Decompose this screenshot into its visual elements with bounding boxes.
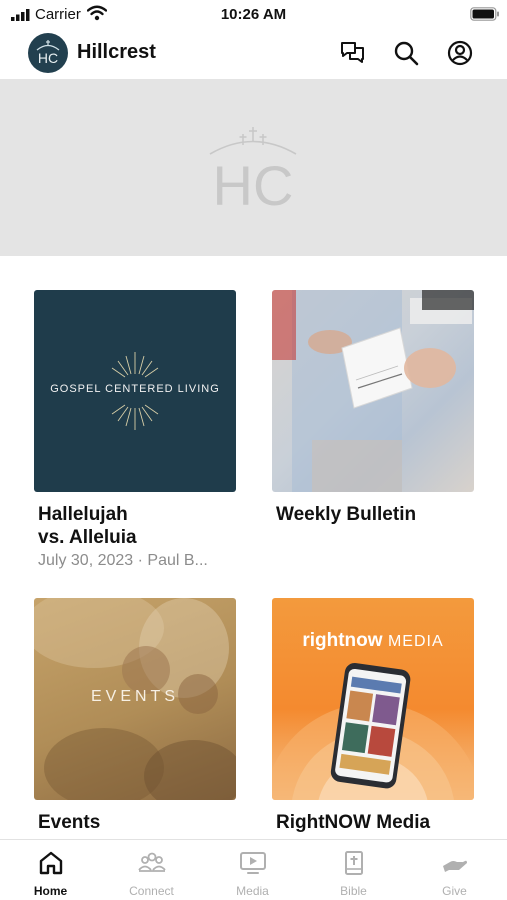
profile-button[interactable]	[445, 38, 475, 68]
church-logo-avatar[interactable]: HC	[28, 33, 68, 73]
tab-label: Give	[442, 884, 467, 898]
app-title: Hillcrest	[77, 41, 156, 63]
hillcrest-banner-logo: HC	[209, 127, 297, 213]
rightnow-media-thumbnail: rightnow MEDIA	[272, 598, 474, 800]
rightnow-media-wordmark: rightnow MEDIA	[272, 630, 474, 652]
chat-button[interactable]	[338, 38, 368, 68]
tab-label: Bible	[340, 884, 367, 898]
thumbnail-events-label: EVENTS	[90, 688, 179, 705]
search-icon	[394, 41, 419, 66]
card-rightnow-media[interactable]: rightnow MEDIA RightNOW Media	[272, 598, 474, 834]
tab-media[interactable]: Media	[202, 840, 303, 900]
gospel-centered-living-thumbnail: GOSPEL CENTERED LIVING	[34, 290, 236, 492]
card-events[interactable]: EVENTS Events	[34, 598, 236, 834]
status-time: 10:26 AM	[220, 6, 287, 23]
logo-avatar-text: HC	[38, 50, 58, 66]
bulletin-photo-illustration	[272, 290, 474, 492]
chat-bubbles-icon	[341, 42, 364, 63]
battery-icon	[470, 7, 499, 21]
people-icon	[138, 852, 166, 872]
card-title: RightNOW Media	[276, 812, 431, 833]
card-title: Weekly Bulletin	[276, 504, 417, 525]
user-circle-icon	[447, 40, 473, 66]
home-icon	[39, 851, 63, 875]
card-subtitle: July 30, 2023 · Paul B...	[38, 552, 208, 569]
tab-give[interactable]: Give	[404, 840, 505, 900]
tab-connect[interactable]: Connect	[101, 840, 202, 900]
tab-bible[interactable]: Bible	[303, 840, 404, 900]
thumbnail-series-title: GOSPEL CENTERED LIVING	[50, 383, 220, 395]
bottom-tab-bar: Home Connect Media Bible Give	[0, 839, 507, 900]
tab-home[interactable]: Home	[0, 840, 101, 900]
search-button[interactable]	[391, 38, 421, 68]
hero-banner: HC	[0, 79, 507, 256]
card-weekly-bulletin[interactable]: Weekly Bulletin	[272, 290, 474, 526]
tab-label: Home	[33, 884, 68, 898]
rightnow-phone-illustration	[272, 662, 474, 800]
media-icon	[240, 852, 266, 874]
wordmark-bold: rightnow	[302, 630, 383, 651]
banner-logo-text: HC	[213, 154, 294, 213]
weekly-bulletin-thumbnail	[272, 290, 474, 492]
hc-logo-icon: HC	[36, 40, 60, 66]
card-title-line: Hallelujah vs. Alleluia	[38, 504, 137, 548]
wordmark-light: MEDIA	[382, 633, 444, 650]
give-icon	[443, 860, 467, 872]
card-hallelujah-sermon[interactable]: GOSPEL CENTERED LIVING Hallelujah vs. Al…	[34, 290, 236, 570]
tab-label: Media	[236, 884, 269, 898]
card-title: Hallelujah vs. Alleluia	[34, 503, 236, 549]
bible-icon	[345, 851, 363, 875]
card-title: Events	[38, 812, 101, 833]
events-thumbnail: EVENTS	[34, 598, 236, 800]
status-bar: Carrier 10:26 AM	[0, 0, 507, 28]
tab-label: Connect	[129, 884, 174, 898]
app-header: HC Hillcrest	[0, 30, 507, 78]
